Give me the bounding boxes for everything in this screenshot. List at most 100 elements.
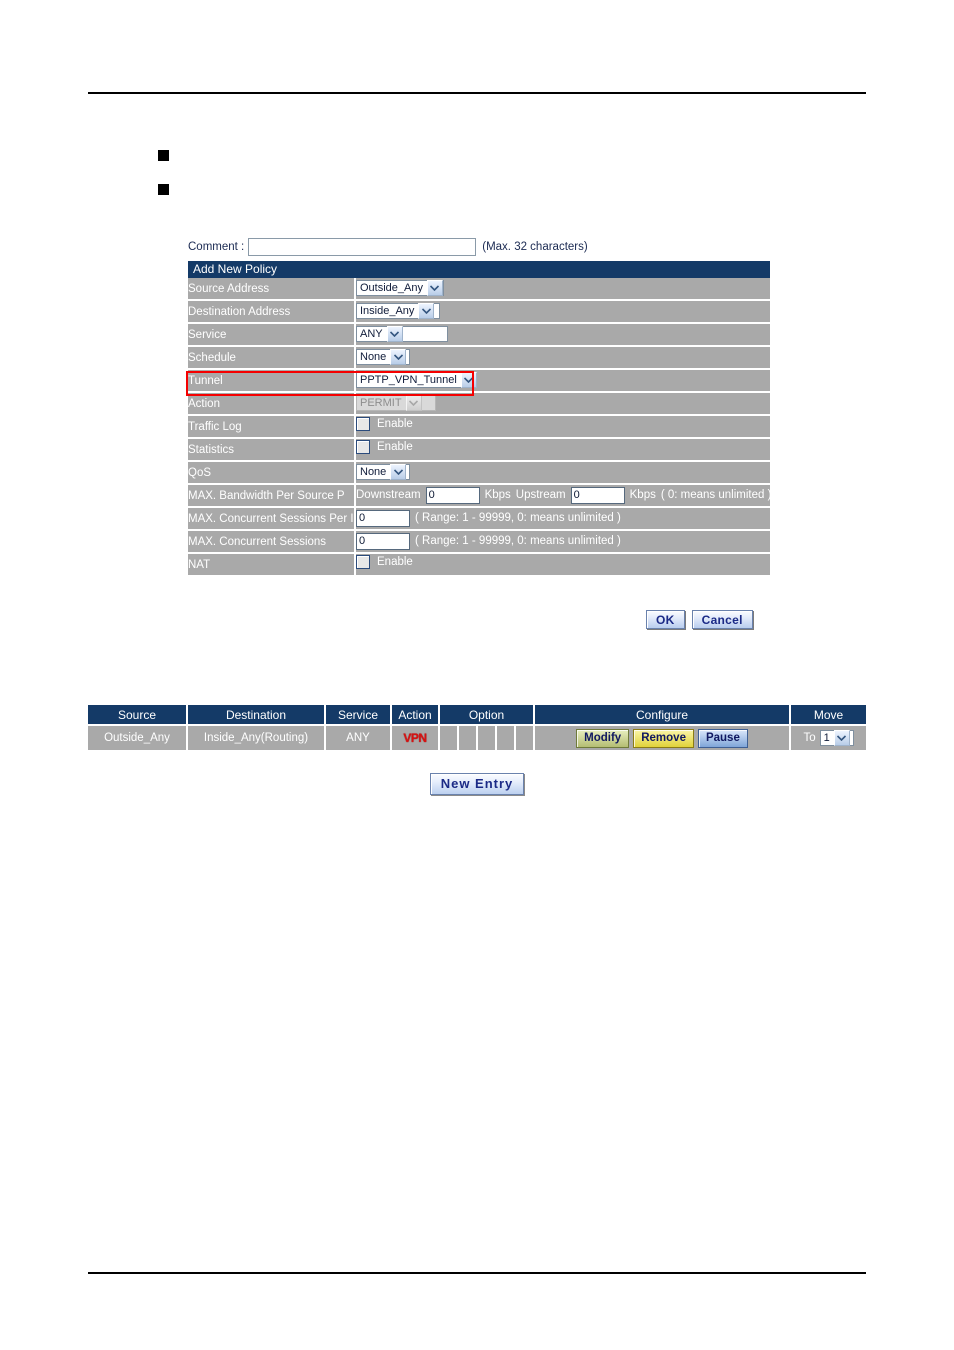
nat-checkbox-wrap[interactable]: Enable: [356, 555, 413, 569]
cell-option-1: [440, 724, 459, 750]
cell-option-2: [459, 724, 478, 750]
statistics-checkbox-wrap[interactable]: Enable: [356, 440, 413, 454]
qos-value: None: [360, 466, 387, 479]
service-select[interactable]: ANY: [356, 326, 448, 343]
row-traffic-log: Traffic Log Enable: [188, 416, 770, 439]
label-max-bandwidth: MAX. Bandwidth Per Source P: [188, 485, 356, 508]
value-statistics: Enable: [356, 439, 770, 462]
modify-button[interactable]: Modify: [576, 728, 630, 748]
row-schedule: Schedule None: [188, 347, 770, 370]
bandwidth-note: ( 0: means unlimited ): [660, 489, 770, 502]
traffic-log-checkbox[interactable]: [356, 417, 370, 431]
label-traffic-log: Traffic Log: [188, 416, 356, 439]
cell-configure: Modify Remove Pause: [535, 724, 792, 750]
statistics-checkbox[interactable]: [356, 440, 370, 454]
source-address-value: Outside_Any: [360, 282, 423, 295]
value-source-address: Outside_Any: [356, 278, 770, 301]
configure-button-group: Modify Remove Pause: [535, 728, 789, 748]
list-item: [158, 182, 179, 216]
comment-input[interactable]: [248, 238, 477, 256]
header-configure: Configure: [535, 705, 792, 724]
row-max-sessions: MAX. Concurrent Sessions ( Range: 1 - 99…: [188, 531, 770, 554]
header-destination: Destination: [188, 705, 326, 724]
row-qos: QoS None: [188, 462, 770, 485]
cell-option-5: [516, 724, 536, 750]
destination-address-value: Inside_Any: [360, 305, 415, 318]
remove-button[interactable]: Remove: [633, 728, 694, 748]
label-tunnel: Tunnel: [188, 370, 356, 393]
statistics-enable-label: Enable: [377, 441, 413, 453]
value-qos: None: [356, 462, 770, 485]
value-action: PERMIT: [356, 393, 770, 416]
row-action: Action PERMIT: [188, 393, 770, 416]
value-max-sessions-per-ip: ( Range: 1 - 99999, 0: means unlimited ): [356, 508, 770, 531]
move-position-value: 1: [823, 732, 830, 744]
traffic-log-enable-label: Enable: [377, 418, 413, 430]
action-value: PERMIT: [360, 397, 402, 410]
traffic-log-checkbox-wrap[interactable]: Enable: [356, 417, 413, 431]
schedule-select[interactable]: None: [356, 349, 410, 366]
footer-rule: [88, 1272, 866, 1274]
table-row: Outside_Any Inside_Any(Routing) ANY VPN …: [88, 724, 867, 750]
ok-button[interactable]: OK: [646, 610, 685, 629]
row-destination-address: Destination Address Inside_Any: [188, 301, 770, 324]
action-select: PERMIT: [356, 395, 436, 412]
header-rule: [88, 92, 866, 94]
max-sessions-per-ip-note: ( Range: 1 - 99999, 0: means unlimited ): [415, 512, 621, 525]
cell-option-4: [497, 724, 516, 750]
header-source: Source: [88, 705, 188, 724]
label-nat: NAT: [188, 554, 356, 575]
row-tunnel: Tunnel PPTP_VPN_Tunnel: [188, 370, 770, 393]
row-max-sessions-per-ip: MAX. Concurrent Sessions Per IP ( Range:…: [188, 508, 770, 531]
row-statistics: Statistics Enable: [188, 439, 770, 462]
chevron-down-icon: [405, 395, 422, 412]
value-max-bandwidth: Downstream Kbps Upstream Kbps ( 0: means unl…: [356, 485, 770, 508]
policy-fields-table: Source Address Outside_Any Destination A…: [188, 278, 770, 575]
nat-checkbox[interactable]: [356, 555, 370, 569]
chevron-down-icon: [426, 280, 443, 297]
header-move: Move: [791, 705, 867, 724]
cancel-button[interactable]: Cancel: [691, 610, 753, 629]
square-bullet-icon: [158, 150, 169, 161]
label-max-sessions-per-ip: MAX. Concurrent Sessions Per IP: [188, 508, 356, 531]
comment-row: Comment : (Max. 32 characters): [188, 236, 770, 258]
header-service: Service: [326, 705, 392, 724]
comment-label: Comment :: [188, 241, 245, 253]
policy-table: Source Destination Service Action Option…: [88, 705, 867, 750]
cell-source: Outside_Any: [88, 724, 188, 750]
cell-option-3: [478, 724, 497, 750]
pause-button[interactable]: Pause: [697, 728, 748, 748]
nat-enable-label: Enable: [377, 556, 413, 568]
move-control: To 1: [791, 730, 866, 746]
qos-select[interactable]: None: [356, 464, 410, 481]
max-sessions-per-ip-input[interactable]: [356, 509, 410, 527]
upstream-input[interactable]: [570, 486, 625, 504]
source-address-select[interactable]: Outside_Any: [356, 280, 444, 297]
table-header-row: Source Destination Service Action Option…: [88, 705, 867, 724]
downstream-input[interactable]: [425, 486, 480, 504]
label-max-sessions: MAX. Concurrent Sessions: [188, 531, 356, 554]
row-nat: NAT Enable: [188, 554, 770, 575]
cell-move: To 1: [791, 724, 867, 750]
cell-destination: Inside_Any(Routing): [188, 724, 326, 750]
list-item: [158, 148, 179, 182]
cell-action: VPN: [392, 724, 440, 750]
destination-address-select[interactable]: Inside_Any: [356, 303, 440, 320]
kbps-label-upstream: Kbps: [629, 489, 656, 502]
service-value: ANY: [360, 328, 383, 341]
move-position-select[interactable]: 1: [819, 730, 854, 746]
value-schedule: None: [356, 347, 770, 370]
chevron-down-icon: [418, 303, 435, 320]
bullet-list: [158, 148, 179, 216]
value-service: ANY: [356, 324, 770, 347]
move-to-label: To: [803, 732, 816, 744]
label-qos: QoS: [188, 462, 356, 485]
chevron-down-icon: [460, 372, 477, 389]
policy-list-section: Source Destination Service Action Option…: [88, 705, 867, 750]
tunnel-select[interactable]: PPTP_VPN_Tunnel: [356, 372, 477, 389]
new-entry-button[interactable]: New Entry: [429, 773, 525, 795]
schedule-value: None: [360, 351, 387, 364]
square-bullet-icon: [158, 184, 169, 195]
max-sessions-input[interactable]: [356, 532, 410, 550]
header-option: Option: [440, 705, 536, 724]
